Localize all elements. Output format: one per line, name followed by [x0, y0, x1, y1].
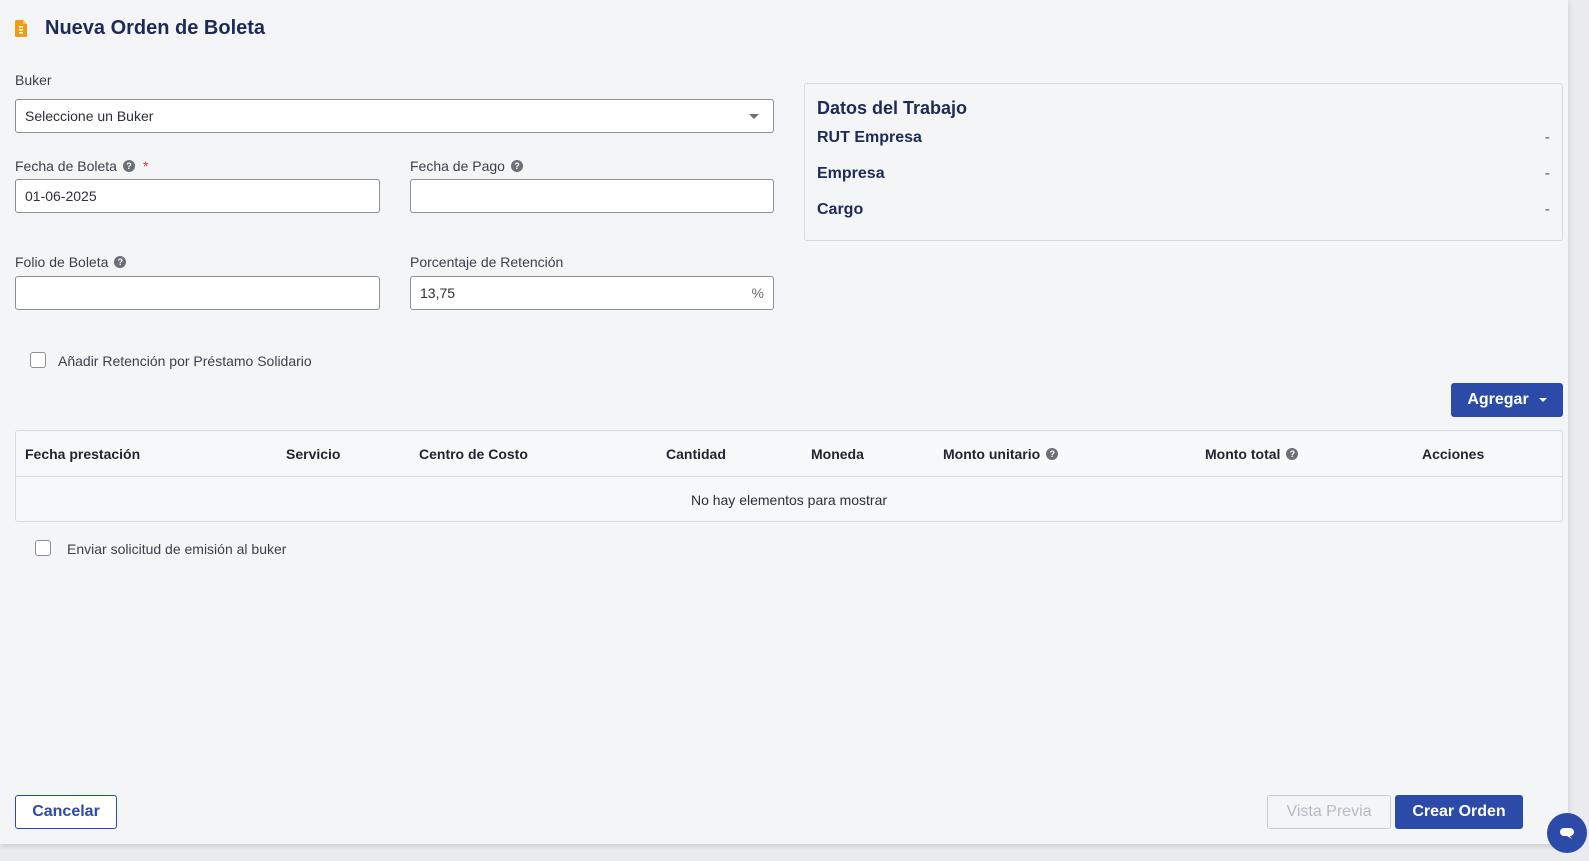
percent-suffix: % [751, 285, 764, 301]
column-header: Acciones [1422, 446, 1485, 462]
fecha-pago-field[interactable] [410, 179, 774, 213]
page-title: Nueva Orden de Boleta [45, 17, 266, 39]
info-row-empresa: Empresa - [817, 165, 1550, 182]
chevron-down-icon [749, 114, 759, 119]
fecha-pago-label: Fecha de Pago ? [410, 158, 523, 174]
preview-button[interactable]: Vista Previa [1267, 795, 1391, 829]
folio-boleta-input[interactable] [25, 277, 370, 309]
folio-boleta-field[interactable] [15, 276, 380, 310]
help-icon[interactable]: ? [1046, 448, 1059, 460]
info-row-cargo: Cargo - [817, 201, 1550, 218]
send-request-label: Enviar solicitud de emisión al buker [67, 541, 287, 557]
caret-down-icon [1538, 398, 1547, 402]
job-data-title: Datos del Trabajo [817, 98, 968, 118]
buker-select[interactable]: Seleccione un Buker [15, 99, 774, 133]
column-header: Servicio [286, 446, 341, 462]
column-header-monto-unitario: Monto unitario ? [943, 446, 1059, 462]
chat-button[interactable] [1547, 813, 1587, 853]
items-table: Fecha prestación Servicio Centro de Cost… [15, 430, 1563, 522]
column-header: Centro de Costo [419, 446, 528, 462]
buker-label: Buker [15, 72, 52, 88]
create-order-button[interactable]: Crear Orden [1395, 795, 1523, 829]
prestamo-solidario-label: Añadir Retención por Préstamo Solidario [58, 353, 312, 369]
prestamo-solidario-checkbox[interactable] [30, 352, 46, 368]
help-icon[interactable]: ? [510, 160, 523, 172]
job-data-card: Datos del Trabajo RUT Empresa - Empresa … [804, 83, 1563, 241]
help-icon[interactable]: ? [122, 160, 135, 172]
porcentaje-input[interactable] [420, 277, 746, 309]
document-icon [15, 20, 27, 37]
porcentaje-field[interactable]: % [410, 276, 774, 310]
column-header-monto-total: Monto total ? [1205, 446, 1299, 462]
chat-icon [1560, 828, 1574, 839]
info-row-rut: RUT Empresa - [817, 129, 1550, 146]
order-modal: Nueva Orden de Boleta Buker Seleccione u… [0, 0, 1568, 844]
buker-select-value: Seleccione un Buker [25, 108, 154, 124]
help-icon[interactable]: ? [1286, 448, 1299, 460]
help-icon[interactable]: ? [114, 256, 127, 268]
column-header: Fecha prestación [25, 446, 141, 462]
cancel-button[interactable]: Cancelar [15, 795, 117, 829]
empty-table-message: No hay elementos para mostrar [690, 492, 888, 508]
porcentaje-label: Porcentaje de Retención [410, 254, 564, 270]
column-header: Cantidad [666, 446, 726, 462]
fecha-boleta-label: Fecha de Boleta ? * [15, 158, 149, 174]
send-request-checkbox[interactable] [35, 540, 51, 556]
column-header: Moneda [811, 446, 864, 462]
add-dropdown-button[interactable]: Agregar [1451, 383, 1563, 417]
folio-boleta-label: Folio de Boleta ? [15, 254, 127, 270]
fecha-boleta-field[interactable] [15, 179, 380, 213]
table-header: Fecha prestación Servicio Centro de Cost… [16, 431, 1562, 477]
required-mark: * [142, 158, 149, 174]
fecha-boleta-input[interactable] [25, 180, 370, 212]
fecha-pago-input[interactable] [420, 180, 764, 212]
modal-header: Nueva Orden de Boleta [15, 17, 265, 40]
